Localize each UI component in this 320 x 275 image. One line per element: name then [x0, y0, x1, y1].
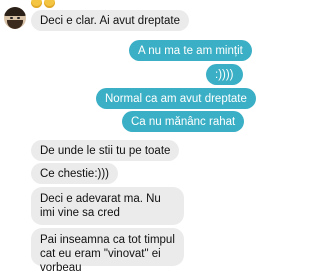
incoming-message-bubble[interactable]: De unde le stii tu pe toate — [31, 140, 180, 161]
message-text: Pai inseamna ca tot timpul cat eu eram "… — [40, 234, 175, 274]
contact-avatar[interactable] — [4, 7, 26, 29]
incoming-message-bubble[interactable]: Deci e clar. Ai avut dreptate — [31, 10, 189, 31]
message-text: De unde le stii tu pe toate — [40, 144, 171, 157]
incoming-message-bubble[interactable]: Ce chestie:))) — [31, 163, 119, 184]
message-text: :)))) — [215, 68, 234, 81]
message-text: Deci e clar. Ai avut dreptate — [40, 14, 180, 27]
chat-thread[interactable]: Deci e clar. Ai avut dreptate A nu ma te… — [0, 0, 256, 274]
message-text: Normal ca am avut dreptate — [105, 92, 247, 105]
emoji-reaction-row — [31, 0, 55, 9]
outgoing-message-bubble[interactable]: A nu ma te am mințit — [129, 40, 252, 61]
message-text: A nu ma te am mințit — [138, 44, 243, 57]
incoming-message-bubble[interactable]: Pai inseamna ca tot timpul cat eu eram "… — [31, 228, 184, 274]
avatar-beard — [7, 20, 23, 29]
outgoing-message-bubble[interactable]: :)))) — [206, 64, 243, 85]
message-text: Deci e adevarat ma. Nu imi vine sa cred — [40, 193, 161, 219]
outgoing-message-bubble[interactable]: Normal ca am avut dreptate — [96, 88, 256, 109]
grinning-face-icon — [44, 0, 55, 8]
message-text: Ce chestie:))) — [40, 167, 110, 180]
outgoing-message-bubble[interactable]: Ca nu mănânc rahat — [122, 111, 245, 132]
grinning-face-icon — [31, 0, 42, 8]
message-text: Ca nu mănânc rahat — [131, 115, 236, 128]
incoming-message-bubble[interactable]: Deci e adevarat ma. Nu imi vine sa cred — [31, 187, 184, 225]
avatar-eye — [10, 17, 13, 19]
avatar-hair — [4, 7, 26, 16]
avatar-eye — [17, 17, 20, 19]
